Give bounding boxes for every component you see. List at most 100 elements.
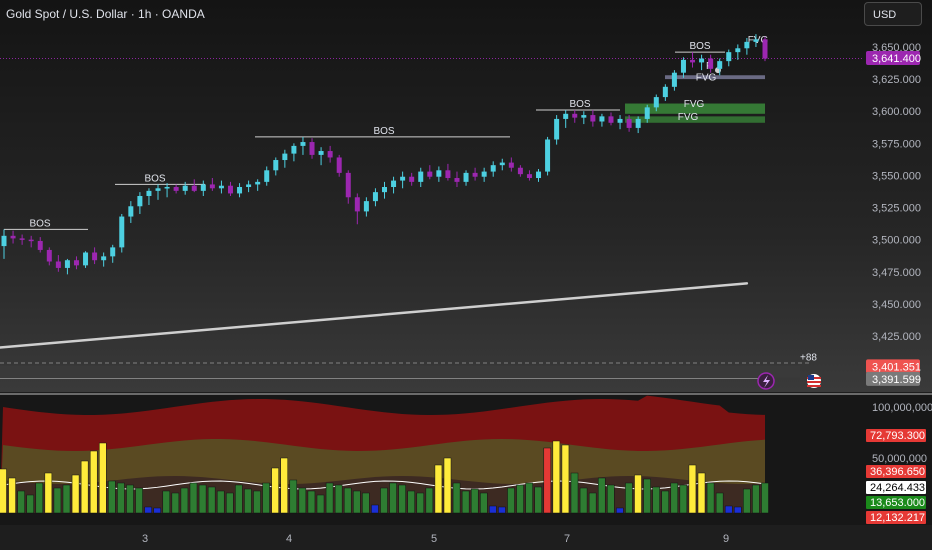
candle-body — [626, 118, 632, 128]
volume-bar — [153, 507, 161, 514]
volume-bar — [207, 486, 216, 514]
candle — [345, 170, 351, 204]
candle-body — [726, 52, 732, 62]
volume-tick: 50,000,000 — [872, 453, 927, 465]
candle — [19, 234, 25, 245]
volume-bar — [607, 484, 615, 514]
bos-label: BOS — [144, 173, 165, 184]
candle-body — [246, 184, 252, 188]
candle-body — [508, 162, 514, 168]
candle — [726, 49, 732, 67]
candle — [526, 170, 532, 181]
candle — [300, 136, 306, 155]
candle-body — [536, 171, 542, 179]
volume-bar — [0, 468, 7, 514]
candle-body — [318, 151, 324, 155]
volume-bar — [597, 477, 606, 514]
candle-body — [581, 115, 587, 118]
candle-body — [345, 172, 351, 198]
volume-bar — [543, 447, 552, 514]
price-badge-label: 3,391.599 — [872, 374, 921, 386]
currency-button[interactable]: USD — [864, 2, 922, 26]
volume-badge: 24,264.433 — [866, 481, 926, 494]
fvg-label: FVG — [684, 99, 705, 110]
candle — [418, 167, 424, 188]
candle — [590, 109, 596, 127]
candle-body — [590, 115, 596, 122]
volume-bar — [26, 494, 34, 514]
volume-badge: 12,132.217 — [866, 511, 926, 524]
candle — [119, 213, 125, 253]
candle-body — [191, 185, 197, 191]
volume-bar — [416, 492, 425, 514]
candle — [427, 165, 433, 180]
price-badge: 3,391.599 — [866, 371, 921, 386]
candle — [508, 157, 514, 172]
volume-bar — [706, 482, 715, 514]
volume-bar — [398, 484, 406, 514]
volume-bar — [525, 482, 533, 514]
candle — [246, 180, 252, 193]
volume-bar — [198, 484, 207, 514]
price-tick: 3,475.000 — [872, 267, 921, 279]
volume-chart[interactable]: 100,000,000 50,000,000 72,793.300 36,396.65… — [0, 395, 932, 525]
candle — [46, 247, 52, 266]
volume-bar — [226, 492, 234, 514]
volume-badge-label: 72,793.300 — [870, 430, 925, 442]
candle — [690, 52, 696, 68]
volume-bar — [724, 505, 733, 514]
candle-body — [137, 195, 143, 207]
candle-body — [635, 118, 641, 128]
price-badge-label: 3,401.351 — [872, 361, 921, 373]
volume-bar — [570, 472, 579, 514]
candle-body — [545, 139, 551, 172]
candle — [191, 179, 197, 193]
bos-label: BOS — [29, 218, 50, 229]
volume-bar — [353, 490, 361, 514]
time-label: 7 — [563, 533, 571, 545]
price-tick: 3,500.000 — [872, 235, 921, 247]
candle — [309, 138, 315, 159]
price-tick: 3,550.000 — [872, 170, 921, 182]
time-axis[interactable]: 3 4 5 7 9 — [0, 525, 932, 550]
candle-body — [336, 157, 342, 173]
candle-body — [164, 187, 170, 189]
candle-body — [309, 142, 315, 155]
candle — [55, 255, 61, 272]
volume-tick: 100,000,000 — [872, 402, 932, 414]
price-chart[interactable]: +88BOSBOSBOSBOSBOSFVGFVGFVGFVGF3,650.000… — [0, 0, 932, 392]
candle — [382, 181, 387, 199]
fvg-label: FVG — [678, 112, 699, 123]
candle — [400, 171, 406, 189]
volume-badge-label: 24,264.433 — [870, 482, 925, 494]
candle — [445, 163, 451, 181]
volume-bar — [8, 477, 16, 514]
candle — [354, 193, 360, 225]
volume-bar — [434, 464, 443, 514]
price-tick: 3,575.000 — [872, 138, 921, 150]
volume-bar — [262, 482, 270, 514]
time-label: 3 — [141, 533, 149, 545]
volume-bar — [643, 478, 651, 514]
volume-bar — [625, 482, 633, 514]
candle — [227, 181, 233, 196]
candle-body — [608, 116, 614, 123]
candle — [481, 167, 487, 182]
candle — [200, 180, 206, 196]
volume-bar — [715, 492, 724, 514]
volume-bar — [634, 474, 642, 514]
volume-bar — [44, 472, 53, 514]
volume-bar — [579, 487, 588, 514]
candle-body — [400, 176, 406, 181]
candle — [73, 256, 79, 270]
candle-body — [1, 235, 7, 247]
volume-bar — [307, 490, 316, 514]
candle — [581, 111, 587, 125]
candle-body — [128, 206, 134, 217]
candle-body — [264, 170, 270, 182]
volume-bar — [316, 494, 325, 514]
candle-body — [418, 171, 424, 182]
candle-body — [735, 48, 741, 53]
candle-body — [110, 247, 116, 257]
candle-body — [617, 118, 623, 123]
